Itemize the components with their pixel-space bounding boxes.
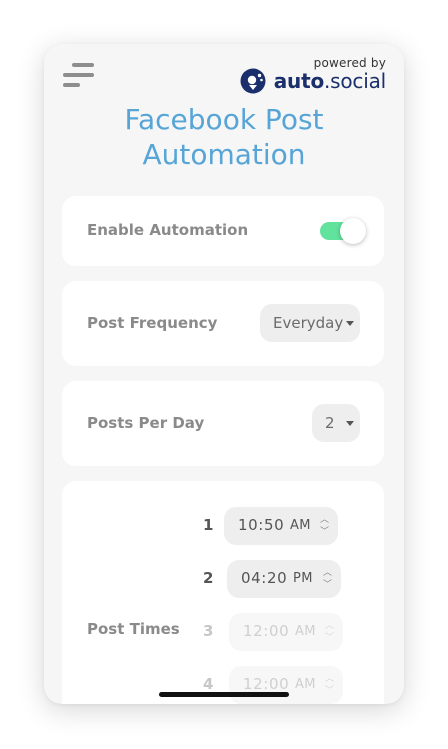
post-times-card: Post Times 1 10:50 AM ︿ ﹀ 2 04:20 PM ︿ ﹀… bbox=[62, 481, 384, 704]
menu-line bbox=[63, 73, 94, 77]
post-time-period: AM bbox=[295, 624, 316, 639]
brand-name-part1: auto bbox=[273, 69, 324, 93]
enable-automation-label: Enable Automation bbox=[87, 221, 249, 239]
post-time-period: AM bbox=[290, 518, 311, 533]
post-time-value: 04:20 bbox=[241, 569, 288, 587]
brand-name: auto.social bbox=[274, 69, 386, 93]
posts-per-day-value: 2 bbox=[325, 414, 335, 432]
posts-per-day-label: Posts Per Day bbox=[87, 414, 205, 432]
page-title: Facebook Post Automation bbox=[44, 102, 404, 172]
enable-automation-toggle[interactable] bbox=[318, 217, 366, 245]
post-time-value: 12:00 bbox=[243, 622, 290, 640]
brand-name-part2: social bbox=[330, 69, 386, 93]
chevron-down-icon: ﹀ bbox=[325, 686, 335, 696]
page-title-line-2: Automation bbox=[142, 138, 306, 171]
post-time-index: 1 bbox=[203, 516, 214, 534]
posts-per-day-card: Posts Per Day 2 bbox=[62, 381, 384, 466]
menu-line bbox=[63, 83, 80, 87]
toggle-knob bbox=[340, 218, 366, 244]
post-frequency-select[interactable]: Everyday bbox=[260, 304, 360, 342]
page-title-line-1: Facebook Post bbox=[124, 103, 324, 136]
post-frequency-label: Post Frequency bbox=[87, 314, 218, 332]
autosocial-logo-icon bbox=[240, 68, 266, 94]
post-time-input-3: 12:00 AM ︿ ﹀ bbox=[229, 613, 343, 651]
post-time-value: 12:00 bbox=[243, 675, 290, 693]
post-time-input-1[interactable]: 10:50 AM ︿ ﹀ bbox=[224, 507, 338, 545]
post-frequency-value: Everyday bbox=[273, 314, 344, 332]
app-screen: powered by auto.social Facebook Post Aut… bbox=[44, 44, 404, 704]
caret-down-icon bbox=[346, 421, 354, 426]
post-time-index: 2 bbox=[203, 569, 214, 587]
brand-logo: powered by auto.social bbox=[236, 56, 386, 96]
enable-automation-card: Enable Automation bbox=[62, 196, 384, 266]
post-time-index: 3 bbox=[203, 622, 214, 640]
chevron-up-icon: ︿ bbox=[325, 621, 335, 631]
menu-line bbox=[72, 63, 94, 67]
powered-by-text: powered by bbox=[313, 56, 386, 70]
chevron-down-icon[interactable]: ﹀ bbox=[320, 528, 329, 537]
post-time-input-4: 12:00 AM ︿ ﹀ bbox=[229, 666, 343, 704]
hamburger-menu-icon[interactable] bbox=[62, 61, 96, 91]
post-times-label: Post Times bbox=[87, 620, 180, 638]
chevron-up-icon[interactable]: ︿ bbox=[323, 569, 332, 578]
chevron-up-icon[interactable]: ︿ bbox=[320, 516, 329, 525]
chevron-down-icon[interactable]: ﹀ bbox=[323, 581, 332, 590]
home-indicator[interactable] bbox=[159, 692, 289, 697]
chevron-down-icon: ﹀ bbox=[325, 633, 335, 643]
post-time-index: 4 bbox=[203, 675, 214, 693]
post-time-period: AM bbox=[295, 677, 316, 692]
post-time-value: 10:50 bbox=[238, 516, 285, 534]
caret-down-icon bbox=[346, 321, 354, 326]
post-time-input-2[interactable]: 04:20 PM ︿ ﹀ bbox=[227, 560, 341, 598]
post-frequency-card: Post Frequency Everyday bbox=[62, 281, 384, 366]
chevron-up-icon: ︿ bbox=[325, 674, 335, 684]
posts-per-day-select[interactable]: 2 bbox=[312, 404, 360, 442]
post-time-period: PM bbox=[293, 571, 313, 586]
